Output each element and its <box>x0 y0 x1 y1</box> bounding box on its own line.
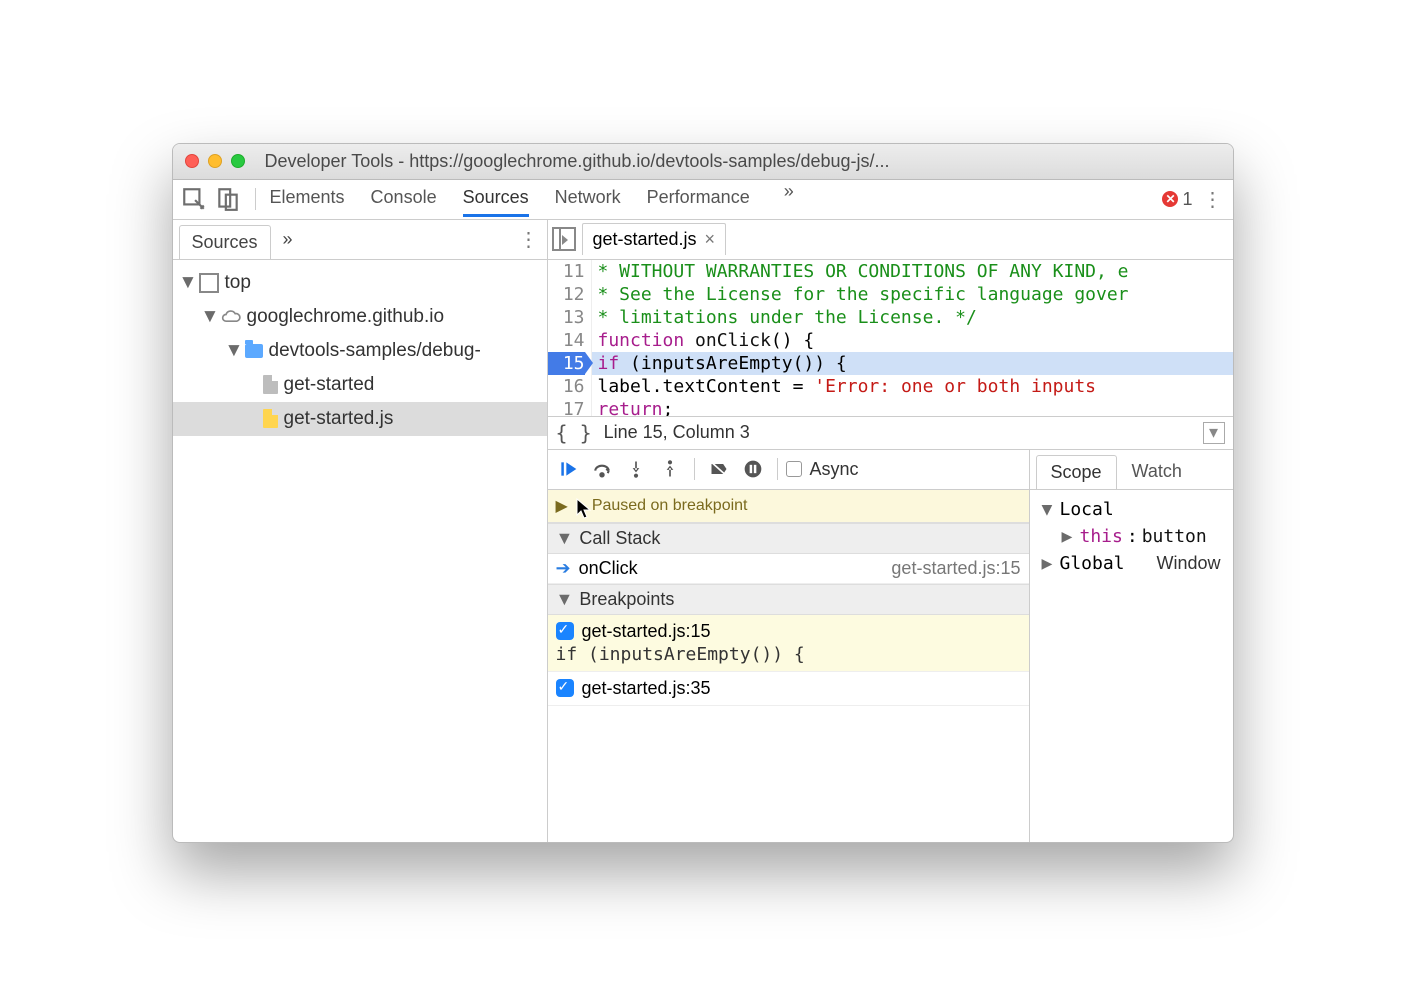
cursor-icon <box>576 498 594 520</box>
async-checkbox[interactable] <box>786 461 802 477</box>
scope-pane: Scope Watch ▼Local ▶ this: button <box>1030 450 1233 842</box>
more-tabs-icon[interactable]: » <box>784 181 794 217</box>
breakpoint-checkbox[interactable] <box>556 679 574 697</box>
tree-root-top[interactable]: ▼ top <box>173 266 547 300</box>
step-over-button[interactable] <box>586 454 618 484</box>
sources-menu-icon[interactable]: ⋮ <box>517 227 541 252</box>
tab-sources[interactable]: Sources <box>463 181 529 217</box>
file-icon <box>263 375 278 394</box>
more-subtabs-icon[interactable]: » <box>283 229 293 250</box>
close-button[interactable] <box>185 154 199 168</box>
editor-tabbar: get-started.js × <box>548 220 1233 260</box>
inspect-icon[interactable] <box>181 186 207 212</box>
breakpoint-item[interactable]: get-started.js:35 <box>548 672 1029 706</box>
toggle-navigator-icon[interactable] <box>552 227 576 251</box>
file-tree: ▼ top ▼ googlechrome.github.io ▼ devtool… <box>173 260 547 442</box>
window-controls <box>185 154 245 168</box>
tree-label-file0: get-started <box>284 374 375 396</box>
async-label: Async <box>810 459 859 480</box>
paused-message[interactable]: ▶ Paused on breakpoint <box>548 490 1029 523</box>
scope-body: ▼Local ▶ this: button ▶Global Window <box>1030 490 1233 583</box>
breakpoint-code: if (inputsAreEmpty()) { <box>556 644 1021 665</box>
devtools-window: Developer Tools - https://googlechrome.g… <box>172 143 1234 843</box>
scope-this[interactable]: ▶ this: button <box>1034 523 1229 550</box>
debugger-toolbar: Async <box>548 450 1029 490</box>
titlebar[interactable]: Developer Tools - https://googlechrome.g… <box>173 144 1233 180</box>
tree-file-js[interactable]: get-started.js <box>173 402 547 436</box>
cloud-icon <box>221 307 241 327</box>
tree-label-top: top <box>225 272 251 294</box>
tab-performance[interactable]: Performance <box>647 181 750 217</box>
minimize-button[interactable] <box>208 154 222 168</box>
debugger-pane: Async ▶ Paused on breakpoint ▼Call Stack… <box>548 450 1030 842</box>
tree-label-file1: get-started.js <box>284 408 394 430</box>
pause-exceptions-button[interactable] <box>737 454 769 484</box>
tree-label-domain: googlechrome.github.io <box>247 306 445 328</box>
code-editor[interactable]: 11121314151617 * WITHOUT WARRANTIES OR C… <box>548 260 1233 416</box>
close-tab-icon[interactable]: × <box>705 229 716 250</box>
tab-console[interactable]: Console <box>371 181 437 217</box>
separator <box>255 188 256 210</box>
breakpoint-item[interactable]: get-started.js:15 if (inputsAreEmpty()) … <box>548 615 1029 672</box>
code-lines[interactable]: * WITHOUT WARRANTIES OR CONDITIONS OF AN… <box>592 260 1233 416</box>
tab-elements[interactable]: Elements <box>270 181 345 217</box>
step-out-button[interactable] <box>654 454 686 484</box>
error-badge[interactable]: ✕ 1 <box>1162 189 1192 210</box>
frame-icon <box>199 273 219 293</box>
breakpoints-section: ▼Breakpoints get-started.js:15 if (input… <box>548 584 1029 706</box>
tab-watch[interactable]: Watch <box>1117 454 1197 489</box>
paused-label: Paused on breakpoint <box>592 497 748 515</box>
tree-label-folder: devtools-samples/debug- <box>269 340 481 362</box>
panel-tabs: Elements Console Sources Network Perform… <box>270 181 1155 217</box>
deactivate-breakpoints-button[interactable] <box>703 454 735 484</box>
tree-file-html[interactable]: get-started <box>173 368 547 402</box>
editor-tab[interactable]: get-started.js × <box>582 223 727 255</box>
step-into-button[interactable] <box>620 454 652 484</box>
device-toggle-icon[interactable] <box>215 186 241 212</box>
error-count: 1 <box>1182 189 1192 210</box>
cursor-position: Line 15, Column 3 <box>604 422 750 443</box>
tree-domain[interactable]: ▼ googlechrome.github.io <box>173 300 547 334</box>
tab-network[interactable]: Network <box>555 181 621 217</box>
folder-icon <box>245 344 263 358</box>
scope-global[interactable]: ▶Global Window <box>1034 550 1229 577</box>
gutter[interactable]: 11121314151617 <box>548 260 592 416</box>
resume-button[interactable] <box>552 454 584 484</box>
main-toolbar: Elements Console Sources Network Perform… <box>173 180 1233 220</box>
sources-subtab[interactable]: Sources <box>179 225 271 259</box>
separator <box>777 458 778 480</box>
call-stack-section: ▼Call Stack ➔ onClick get-started.js:15 <box>548 523 1029 584</box>
sources-subtoolbar: Sources » ⋮ <box>173 220 547 260</box>
settings-menu-icon[interactable]: ⋮ <box>1201 187 1225 212</box>
breakpoint-location: get-started.js:15 <box>582 621 711 642</box>
call-stack-frame[interactable]: ➔ onClick get-started.js:15 <box>548 554 1029 584</box>
tab-scope[interactable]: Scope <box>1036 455 1117 489</box>
separator <box>694 458 695 480</box>
editor-tab-label: get-started.js <box>593 229 697 250</box>
js-file-icon <box>263 409 278 428</box>
error-icon: ✕ <box>1162 191 1178 207</box>
pretty-print-icon[interactable]: { } <box>556 421 592 445</box>
frame-location: get-started.js:15 <box>891 558 1020 579</box>
editor-statusbar: { } Line 15, Column 3 ▾ <box>548 416 1233 450</box>
window-title: Developer Tools - https://googlechrome.g… <box>265 151 890 172</box>
scope-local[interactable]: ▼Local <box>1034 496 1229 523</box>
tree-folder[interactable]: ▼ devtools-samples/debug- <box>173 334 547 368</box>
breakpoint-checkbox[interactable] <box>556 622 574 640</box>
frame-name: onClick <box>579 558 638 579</box>
zoom-button[interactable] <box>231 154 245 168</box>
statusbar-dropdown-icon[interactable]: ▾ <box>1203 422 1225 444</box>
breakpoint-location: get-started.js:35 <box>582 678 711 699</box>
call-stack-header[interactable]: ▼Call Stack <box>548 523 1029 554</box>
scope-tabs: Scope Watch <box>1030 450 1233 490</box>
breakpoints-header[interactable]: ▼Breakpoints <box>548 584 1029 615</box>
